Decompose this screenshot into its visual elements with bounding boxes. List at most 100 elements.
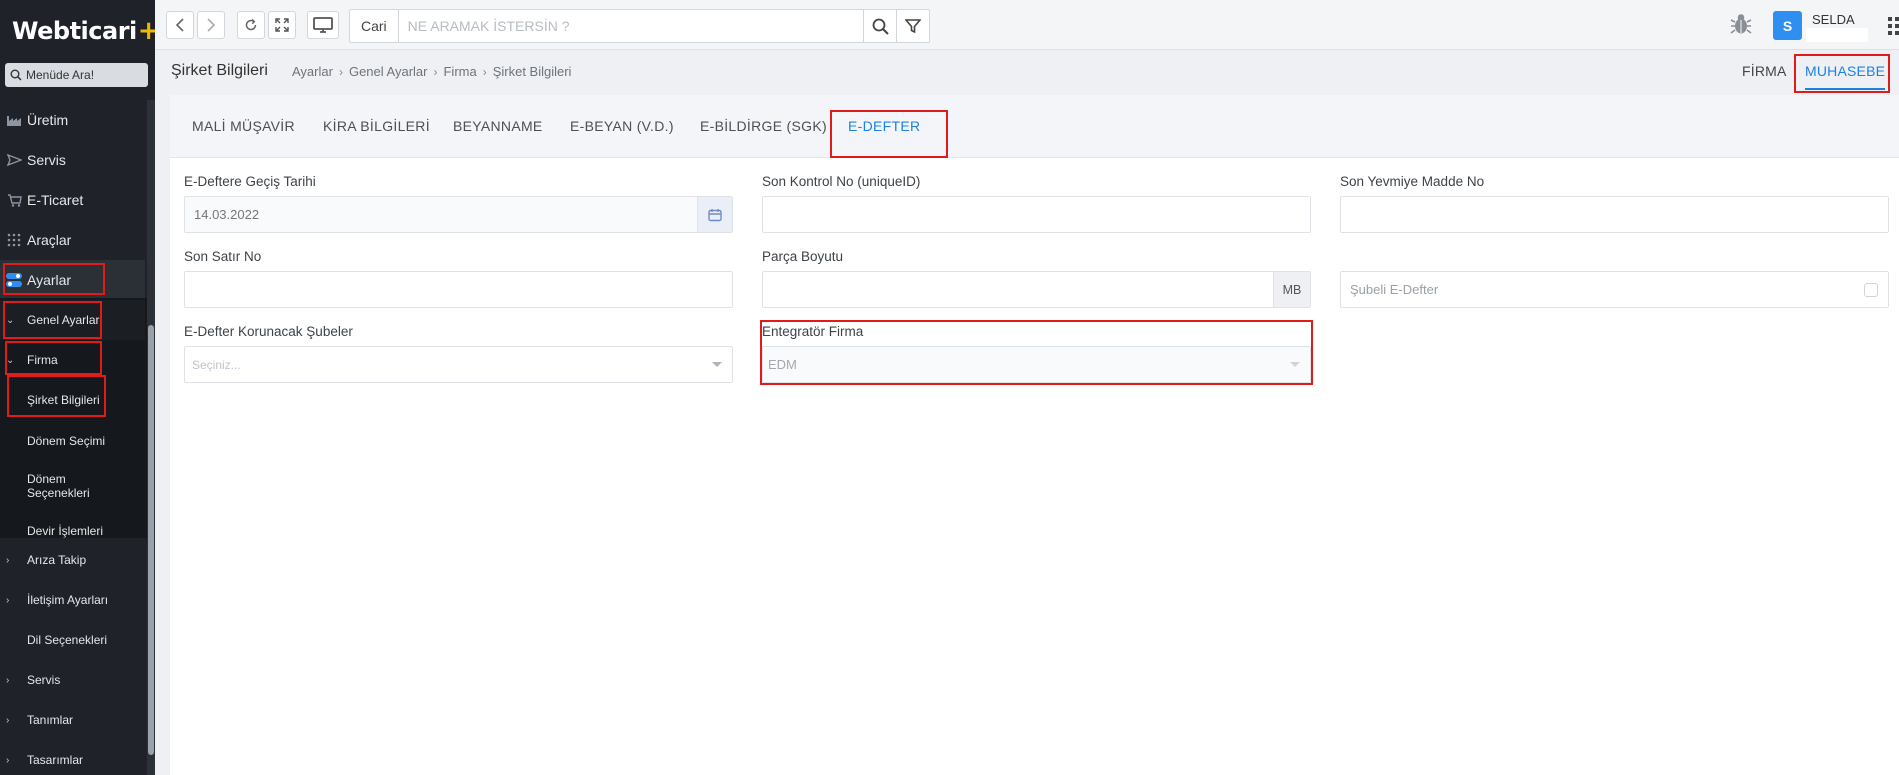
apps-menu-icon[interactable] <box>1888 17 1899 35</box>
expand-icon <box>275 18 289 32</box>
tab-e-bildirge[interactable]: E-BİLDİRGE (SGK) <box>700 118 827 134</box>
search-icon <box>872 18 889 35</box>
user-name[interactable]: SELDA <box>1812 12 1855 27</box>
subeli-e-defter-field[interactable]: Şubeli E-Defter <box>1340 271 1889 308</box>
send-icon <box>5 153 23 167</box>
chevron-right-icon: › <box>433 64 438 79</box>
sidebar-item-label: Arıza Takip <box>27 553 87 567</box>
tab-muhasebe[interactable]: MUHASEBE <box>1805 63 1886 90</box>
sidebar-tree-firma[interactable]: ⌄ Firma <box>0 340 145 380</box>
tab-firma[interactable]: FİRMA <box>1742 63 1787 79</box>
sidebar-item-label: Firma <box>27 353 58 367</box>
gecis-tarihi-value: 14.03.2022 <box>194 207 260 222</box>
sidebar-scrollbar-thumb[interactable] <box>148 325 154 755</box>
logo[interactable]: Webticari + <box>12 12 155 50</box>
breadcrumb: Ayarlar › Genel Ayarlar › Firma › Şirket… <box>292 64 571 79</box>
tab-e-beyan[interactable]: E-BEYAN (V.D.) <box>570 118 674 134</box>
breadcrumb-item: Şirket Bilgileri <box>492 64 572 79</box>
content-card: MALİ MÜŞAVİR KİRA BİLGİLERİ BEYANNAME E-… <box>170 95 1899 775</box>
sidebar-tree-ariza-takip[interactable]: › Arıza Takip <box>0 540 145 580</box>
bug-report-icon[interactable] <box>1730 12 1752 41</box>
page-title: Şirket Bilgileri <box>171 62 268 79</box>
sidebar-tree-donem-secimi[interactable]: Dönem Seçimi <box>0 421 145 461</box>
son-kontrol-input[interactable] <box>762 196 1311 233</box>
global-search: Cari NE ARAMAK İSTERSİN ? <box>349 9 930 43</box>
desktop-button[interactable] <box>307 11 339 39</box>
sidebar: Webticari + Menüde Ara! Üretim Servis E-T… <box>0 0 155 775</box>
son-satir-input[interactable] <box>184 271 733 308</box>
subeli-e-defter-checkbox[interactable] <box>1864 282 1878 297</box>
global-search-input[interactable]: NE ARAMAK İSTERSİN ? <box>399 18 863 34</box>
menu-search-input[interactable]: Menüde Ara! <box>5 63 148 87</box>
korunacak-subeler-label: E-Defter Korunacak Şubeler <box>184 324 353 339</box>
son-yevmiye-label: Son Yevmiye Madde No <box>1340 174 1485 189</box>
parca-boyutu-label: Parça Boyutu <box>762 249 844 264</box>
sidebar-tree-servis[interactable]: › Servis <box>0 660 145 700</box>
sidebar-tree-tasarimlar[interactable]: › Tasarımlar <box>0 740 145 775</box>
chevron-right-icon: › <box>338 64 343 79</box>
back-button[interactable] <box>166 11 194 39</box>
parca-boyutu-unit: MB <box>1273 272 1310 307</box>
fullscreen-button[interactable] <box>268 11 296 39</box>
sidebar-tree-tanimlar[interactable]: › Tanımlar <box>0 700 145 740</box>
sidebar-item-servis[interactable]: Servis <box>0 148 145 172</box>
sidebar-item-label: Üretim <box>27 112 69 128</box>
chevron-down-icon <box>712 362 722 367</box>
calendar-button[interactable] <box>697 197 732 232</box>
tab-mali-musavir[interactable]: MALİ MÜŞAVİR <box>192 118 295 134</box>
grid-icon <box>5 233 23 247</box>
tab-e-defter[interactable]: E-DEFTER <box>848 118 920 134</box>
sidebar-item-label: Servis <box>27 152 66 168</box>
sidebar-tree-dil-secenekleri[interactable]: Dil Seçenekleri <box>0 620 145 660</box>
logo-text: Webticari <box>12 17 137 45</box>
sidebar-item-araclar[interactable]: Araçlar <box>0 228 145 252</box>
sidebar-item-uretim[interactable]: Üretim <box>0 108 145 132</box>
sidebar-tree-donem-secenekleri[interactable]: Dönem Seçenekleri <box>0 464 110 508</box>
chevron-right-icon: › <box>6 554 10 566</box>
entegrator-firma-label: Entegratör Firma <box>762 324 864 339</box>
breadcrumb-item[interactable]: Genel Ayarlar <box>349 64 428 79</box>
sidebar-tree-iletisim-ayarlari[interactable]: › İletişim Ayarları <box>0 580 145 620</box>
sidebar-item-label: Tanımlar <box>27 713 74 727</box>
chevron-right-icon <box>207 18 216 32</box>
breadcrumb-item[interactable]: Firma <box>443 64 476 79</box>
search-icon <box>10 69 22 81</box>
tab-kira-bilgileri[interactable]: KİRA BİLGİLERİ <box>323 118 430 134</box>
entegrator-firma-select[interactable]: EDM <box>762 346 1311 383</box>
search-button[interactable] <box>863 10 896 42</box>
filter-button[interactable] <box>896 10 929 42</box>
user-avatar[interactable]: S <box>1773 11 1802 40</box>
sidebar-item-label: Araçlar <box>27 232 72 248</box>
factory-icon <box>5 113 23 127</box>
korunacak-subeler-select[interactable]: Seçiniz... <box>184 346 733 383</box>
korunacak-subeler-placeholder: Seçiniz... <box>192 357 241 372</box>
tab-strip: MALİ MÜŞAVİR KİRA BİLGİLERİ BEYANNAME E-… <box>170 95 1899 158</box>
sidebar-tree-sirket-bilgileri[interactable]: Şirket Bilgileri <box>0 380 145 420</box>
chevron-right-icon: › <box>6 754 10 766</box>
chevron-down-icon: ⌄ <box>6 314 15 326</box>
gecis-tarihi-field[interactable]: 14.03.2022 <box>184 196 733 233</box>
forward-button[interactable] <box>197 11 225 39</box>
tab-beyanname[interactable]: BEYANNAME <box>453 118 543 134</box>
search-category-select[interactable]: Cari <box>350 10 399 42</box>
son-satir-label: Son Satır No <box>184 249 262 264</box>
parca-boyutu-input[interactable]: MB <box>762 271 1311 308</box>
chevron-left-icon <box>175 18 184 32</box>
breadcrumb-bar: Şirket Bilgileri Ayarlar › Genel Ayarlar… <box>155 51 1899 95</box>
sidebar-item-label: Genel Ayarlar <box>27 313 100 327</box>
breadcrumb-item[interactable]: Ayarlar <box>292 64 333 79</box>
sidebar-item-eticaret[interactable]: E-Ticaret <box>0 188 145 212</box>
son-yevmiye-input[interactable] <box>1340 196 1889 233</box>
chevron-down-icon: ⌄ <box>6 354 15 366</box>
sidebar-item-label: Dönem Seçenekleri <box>27 472 90 500</box>
sidebar-item-label: İletişim Ayarları <box>27 593 109 607</box>
son-kontrol-label: Son Kontrol No (uniqueID) <box>762 174 921 189</box>
calendar-icon <box>708 208 722 221</box>
sidebar-item-ayarlar[interactable]: Ayarlar <box>0 260 145 300</box>
sidebar-item-label: E-Ticaret <box>27 192 84 208</box>
chevron-right-icon: › <box>6 714 10 726</box>
sidebar-item-label: Ayarlar <box>27 272 72 288</box>
refresh-button[interactable] <box>237 11 265 39</box>
sidebar-tree-genel-ayarlar[interactable]: ⌄ Genel Ayarlar <box>0 300 145 340</box>
chevron-down-icon <box>1290 362 1300 367</box>
